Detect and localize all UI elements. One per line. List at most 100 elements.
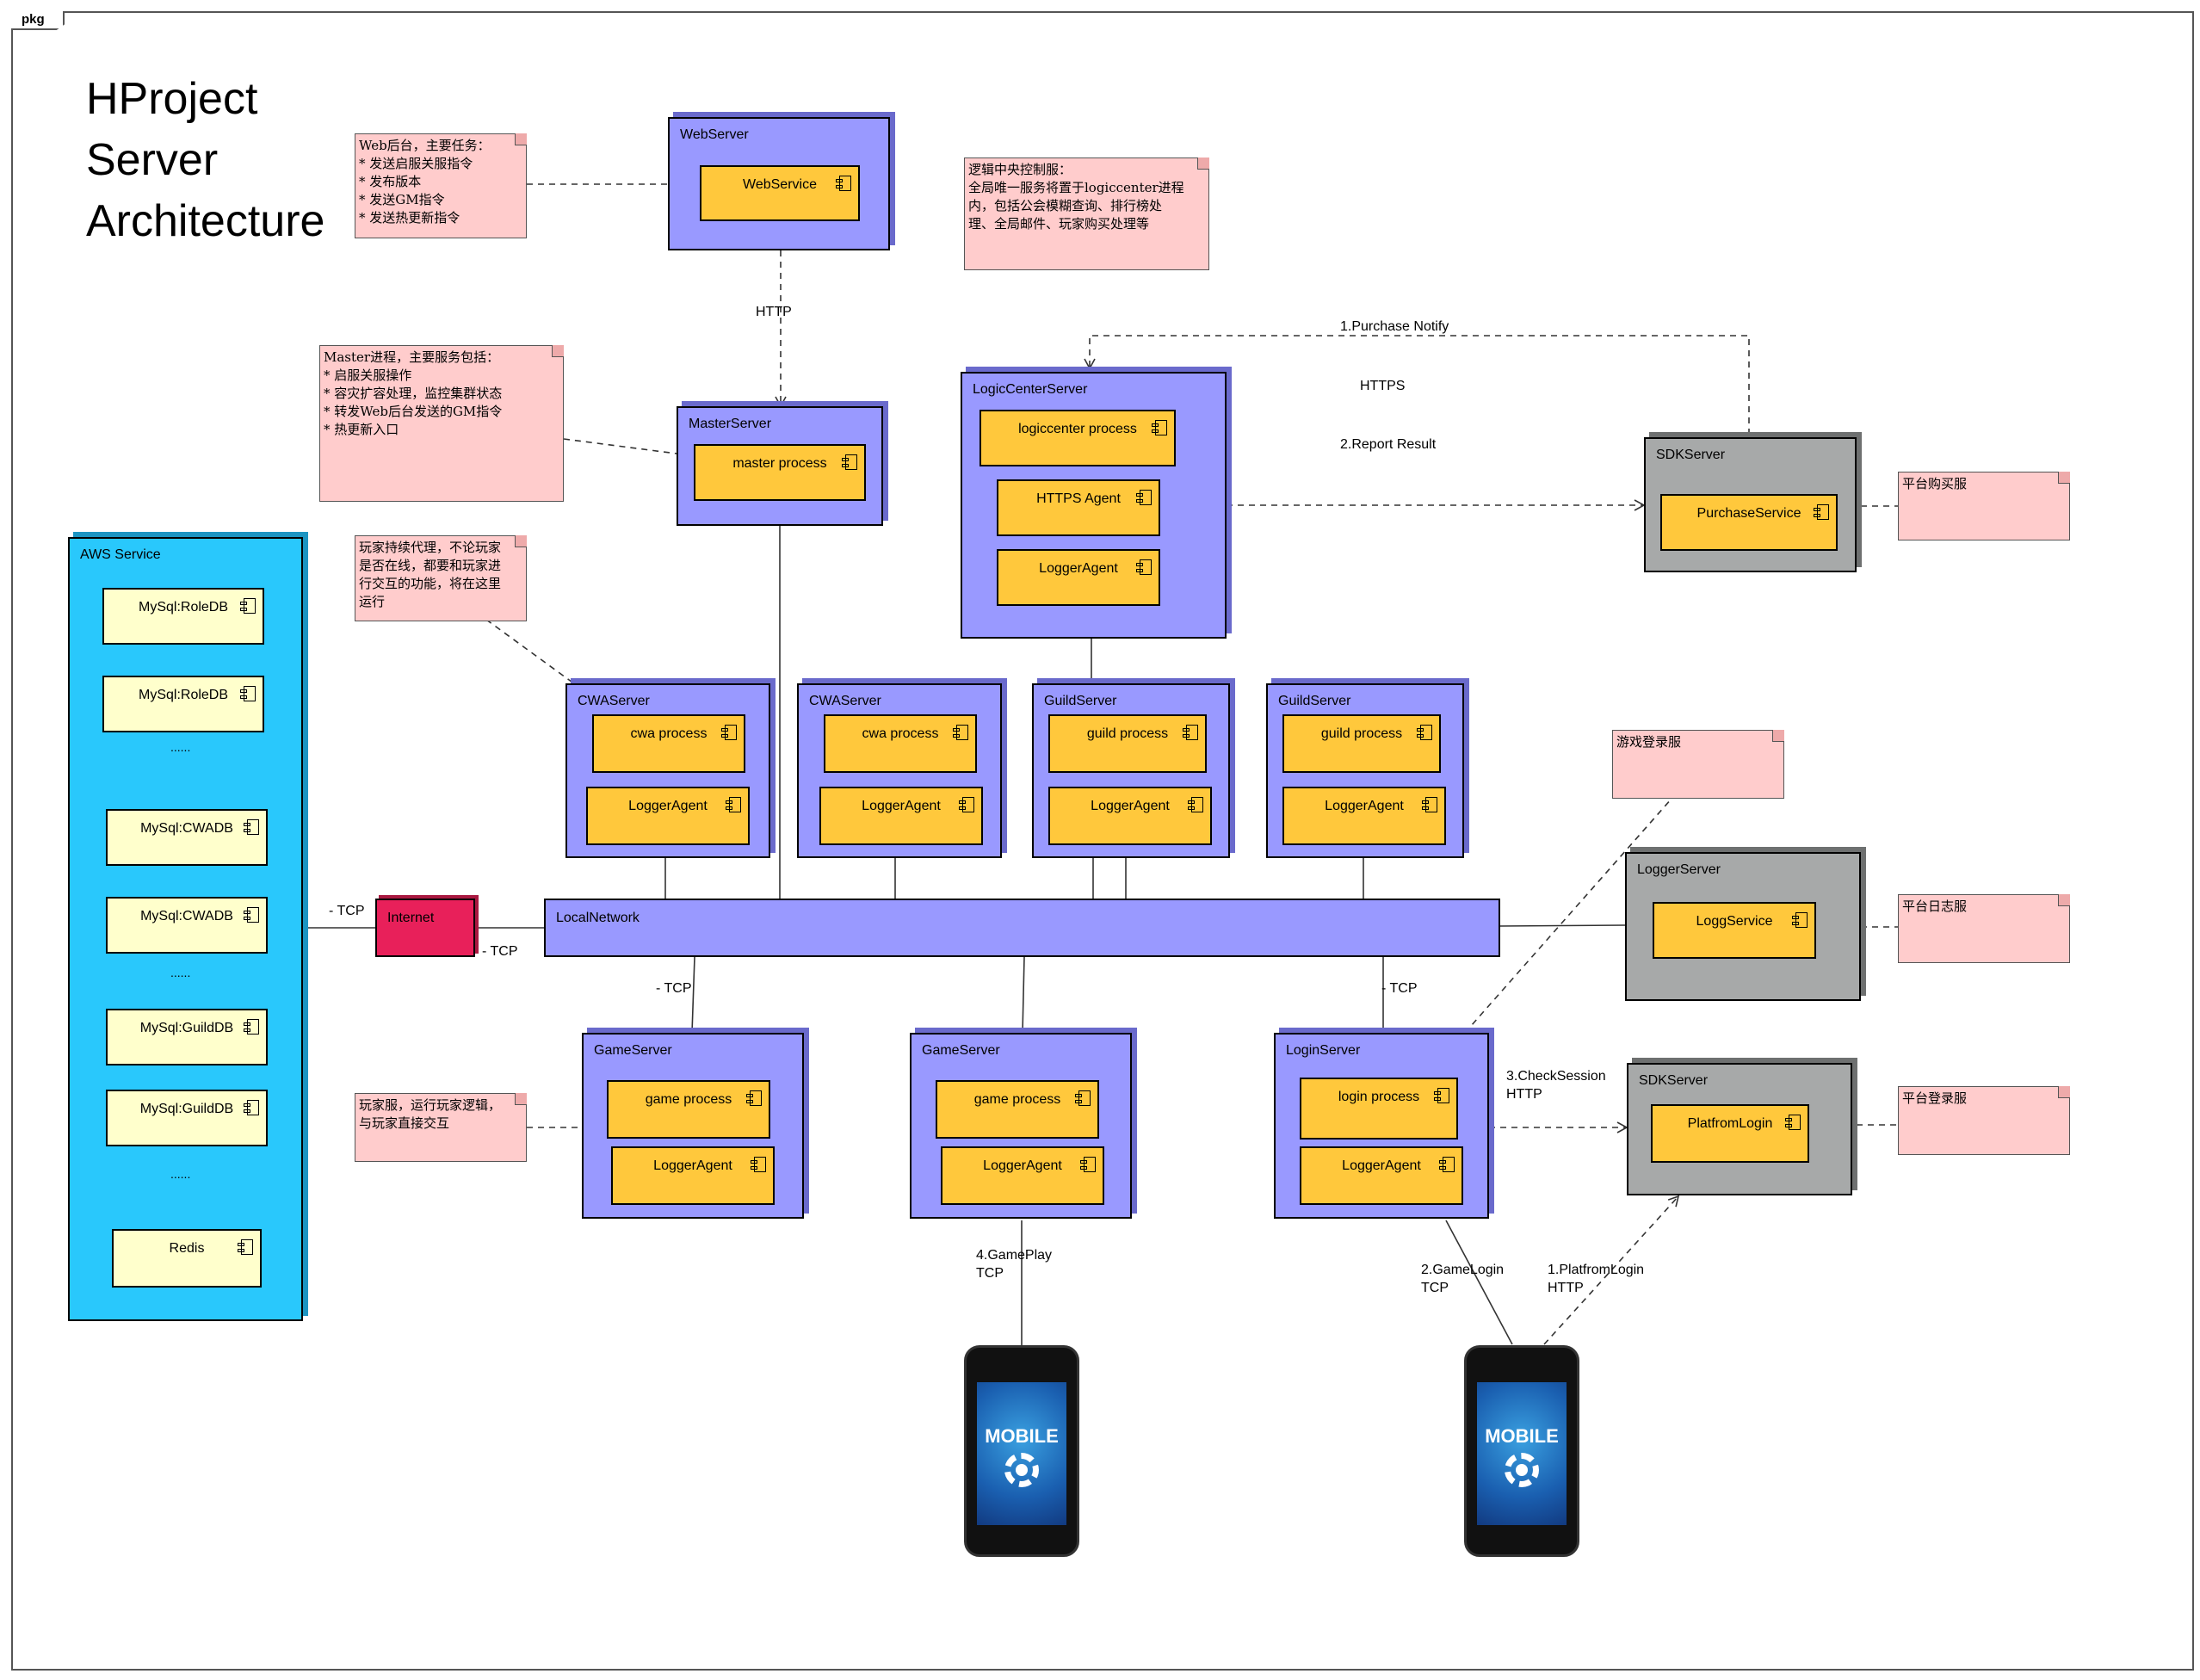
component-icon [1792,912,1808,928]
note-fold [1772,730,1784,742]
https-agent-component: HTTPS Agent [997,479,1160,536]
component-icon [1785,1115,1801,1130]
db-component: MySql:CWADB [106,897,268,954]
component-icon [244,1019,259,1035]
purchase-notify-label: 1.Purchase Notify [1340,319,1449,334]
note-fold [2058,472,2070,484]
note-fold [2058,1086,2070,1098]
component-icon [1417,725,1432,740]
internet-node: Internet [375,899,475,957]
tcp-internet-label: - TCP [482,944,518,959]
component-icon [721,725,737,740]
mobile-label: MOBILE [1485,1425,1559,1447]
guild-process-component: guild process [1048,714,1207,773]
db-component: MySql:RoleDB [102,676,264,732]
note-purchase: 平台购买服 [1898,472,2070,540]
component-icon [1434,1088,1449,1103]
component-icon [1152,420,1167,435]
component-icon [836,176,851,191]
note-login-game: 游戏登录服 [1612,730,1784,799]
logger-agent-component: LoggerAgent [941,1146,1104,1205]
component-icon [1136,559,1152,575]
db-component: MySql:CWADB [106,809,268,866]
logger-agent-component: LoggerAgent [997,549,1160,606]
db-component: MySql:GuildDB [106,1009,268,1065]
component-icon [959,797,974,812]
component-icon [1188,797,1203,812]
ellipsis: ...... [170,1167,191,1181]
localnetwork-node: LocalNetwork [544,899,1500,957]
node-label: CWAServer [578,694,650,708]
note-fold [515,535,527,547]
cwa-process-component: cwa process [824,714,977,773]
db-component: Redis [112,1229,262,1288]
component-icon [1080,1157,1096,1172]
mobile-label: MOBILE [985,1425,1059,1447]
node-label: MasterServer [689,417,772,431]
node-label: LoggerServer [1637,862,1721,877]
note-master: Master进程，主要服务包括： * 启服关服操作 * 容灾扩容处理，监控集群状… [319,345,564,502]
ellipsis: ...... [170,740,191,754]
webservice-component: WebService [700,165,860,221]
logger-agent-component: LoggerAgent [1282,787,1446,845]
component-icon [240,598,256,614]
logiccenter-process-component: logiccenter process [979,410,1176,466]
ellipsis: ...... [170,966,191,979]
node-label: LoginServer [1286,1043,1361,1058]
node-label: Internet [387,911,435,925]
component-icon [240,686,256,701]
logger-agent-component: LoggerAgent [586,787,750,845]
component-icon [1075,1090,1091,1106]
note-fold [2058,894,2070,906]
check-session-label: 3.CheckSession HTTP [1506,1069,1606,1102]
gamelogin-label: 2.GameLogin TCP [1421,1263,1505,1295]
guild-process-component: guild process [1282,714,1441,773]
node-label: GameServer [594,1043,672,1058]
node-label: LogicCenterServer [973,382,1088,397]
component-icon [842,454,857,470]
component-icon [1439,1157,1455,1172]
note-fold [1197,158,1209,170]
component-icon [238,1239,253,1255]
mobile-screen: MOBILE [977,1382,1066,1525]
game-process-component: game process [936,1080,1099,1139]
node-label: GuildServer [1044,694,1117,708]
http-label: HTTP [756,305,792,319]
platformlogin-label: 1.PlatfromLogin HTTP [1548,1263,1645,1295]
note-logic: 逻辑中央控制服： 全局唯一服务将置于logiccenter进程 内，包括公会模糊… [964,158,1209,270]
tcp-game-label: - TCP [656,981,692,996]
node-label: GameServer [922,1043,1000,1058]
logger-agent-component: LoggerAgent [819,787,983,845]
note-fold [552,345,564,357]
mobile-screen: MOBILE [1477,1382,1567,1525]
logger-agent-component: LoggerAgent [1048,787,1212,845]
logger-agent-component: LoggerAgent [611,1146,775,1205]
node-label: SDKServer [1639,1073,1709,1088]
https-label: HTTPS [1360,379,1406,393]
gear-icon [1505,1453,1539,1487]
gameplay-label: 4.GamePlay TCP [976,1248,1053,1281]
node-label: CWAServer [809,694,881,708]
gear-icon [1004,1453,1039,1487]
cwa-process-component: cwa process [592,714,745,773]
node-label: LocalNetwork [556,911,640,925]
tcp-login-label: - TCP [1381,981,1418,996]
note-game: 玩家服，运行玩家逻辑， 与玩家直接交互 [355,1093,527,1162]
note-web: Web后台，主要任务： * 发送启服关服指令 * 发布版本 * 发送GM指令 *… [355,133,527,238]
component-icon [244,819,259,835]
tcp-aws-label: - TCP [329,904,365,918]
db-component: MySql:GuildDB [106,1090,268,1146]
component-icon [726,797,741,812]
report-result-label: 2.Report Result [1340,437,1437,452]
component-icon [1814,504,1829,520]
game-process-component: game process [607,1080,770,1139]
node-label: WebServer [680,127,749,142]
component-icon [244,1100,259,1115]
component-icon [746,1090,762,1106]
note-fold [515,1093,527,1105]
component-icon [953,725,968,740]
node-label: AWS Service [80,547,161,562]
platform-login-component: PlatfromLogin [1651,1104,1809,1163]
logger-agent-component: LoggerAgent [1300,1146,1463,1205]
node-label: GuildServer [1278,694,1351,708]
